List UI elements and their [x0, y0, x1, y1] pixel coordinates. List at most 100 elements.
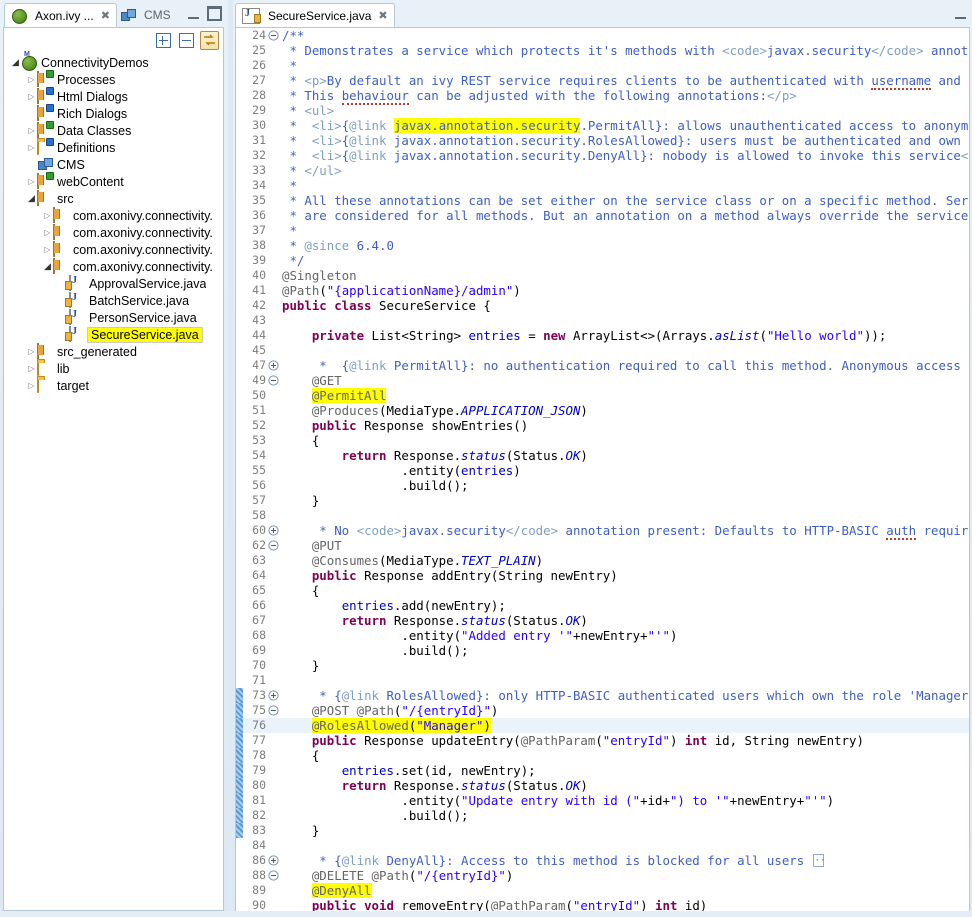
close-icon[interactable]: ✖: [101, 9, 110, 22]
code-line[interactable]: 25 * Demonstrates a service which protec…: [236, 43, 969, 58]
maximize-icon[interactable]: [207, 6, 222, 21]
code-line[interactable]: 69 .build();: [236, 643, 969, 658]
tree-item-lib[interactable]: lib: [4, 360, 223, 377]
code-line[interactable]: 36 * are considered for all methods. But…: [236, 208, 969, 223]
fold-collapse-icon[interactable]: [268, 705, 279, 716]
code-line[interactable]: 51 @Produces(MediaType.APPLICATION_JSON): [236, 403, 969, 418]
tree-twisty-closed-icon[interactable]: [42, 228, 53, 237]
code-line[interactable]: 68 .entity("Added entry '"+newEntry+"'"): [236, 628, 969, 643]
code-line[interactable]: 53 {: [236, 433, 969, 448]
tree-twisty-closed-icon[interactable]: [26, 364, 37, 373]
code-line[interactable]: 66 entries.add(newEntry);: [236, 598, 969, 613]
code-line[interactable]: 73 * {@link RolesAllowed}: only HTTP-BAS…: [236, 688, 969, 703]
code-line[interactable]: 81 .entity("Update entry with id ("+id+"…: [236, 793, 969, 808]
code-line[interactable]: 32 * <li>{@link javax.annotation.securit…: [236, 148, 969, 163]
code-line[interactable]: 70 }: [236, 658, 969, 673]
code-line[interactable]: 77 public Response updateEntry(@PathPara…: [236, 733, 969, 748]
code-line[interactable]: 34 *: [236, 178, 969, 193]
project-tree[interactable]: M ConnectivityDemos Processes Html Dialogs R…: [4, 51, 223, 394]
code-line[interactable]: 54 return Response.status(Status.OK): [236, 448, 969, 463]
tree-item-src-generated[interactable]: src_generated: [4, 343, 223, 360]
code-line[interactable]: 50 @PermitAll: [236, 388, 969, 403]
code-line[interactable]: 86 * {@link DenyAll}: Access to this met…: [236, 853, 969, 868]
tree-item-target[interactable]: target: [4, 377, 223, 394]
expand-all-button[interactable]: [154, 31, 173, 50]
code-line[interactable]: 37 *: [236, 223, 969, 238]
tree-item-connectivitydemos[interactable]: M ConnectivityDemos: [4, 51, 223, 71]
code-line[interactable]: 71: [236, 673, 969, 688]
fold-collapse-icon[interactable]: [268, 540, 279, 551]
code-line[interactable]: 41 @Path("{applicationName}/admin"): [236, 283, 969, 298]
tree-item-com-axonivy-connectivity[interactable]: com.axonivy.connectivity.: [4, 241, 223, 258]
tree-twisty-closed-icon[interactable]: [26, 143, 37, 152]
tree-twisty-open-icon[interactable]: [10, 57, 21, 68]
tree-item-rich-dialogs[interactable]: Rich Dialogs: [4, 104, 223, 122]
code-line[interactable]: 84: [236, 838, 969, 853]
code-line[interactable]: 26 *: [236, 58, 969, 73]
close-icon[interactable]: ✖: [378, 9, 387, 22]
code-line[interactable]: 29 * <ul>: [236, 103, 969, 118]
tree-item-src[interactable]: src: [4, 190, 223, 207]
code-line[interactable]: 56 .build();: [236, 478, 969, 493]
code-line[interactable]: 47 * {@link PermitAll}: no authenticatio…: [236, 358, 969, 373]
tree-item-com-axonivy-connectivity[interactable]: com.axonivy.connectivity.: [4, 224, 223, 241]
tree-item-com-axonivy-connectivity[interactable]: com.axonivy.connectivity.: [4, 207, 223, 224]
link-with-editor-button[interactable]: [200, 31, 219, 50]
fold-collapse-icon[interactable]: [268, 870, 279, 881]
fold-expand-icon[interactable]: [268, 855, 279, 866]
tree-item-personservice-java[interactable]: PersonService.java: [4, 309, 223, 326]
code-line[interactable]: 78 {: [236, 748, 969, 763]
tree-item-webcontent[interactable]: webContent: [4, 172, 223, 190]
tree-item-processes[interactable]: Processes: [4, 70, 223, 88]
code-line[interactable]: 76 @RolesAllowed("Manager"): [236, 718, 969, 733]
tree-item-definitions[interactable]: Definitions: [4, 138, 223, 156]
code-line[interactable]: 28 * This behaviour can be adjusted with…: [236, 88, 969, 105]
tree-twisty-closed-icon[interactable]: [26, 75, 37, 84]
collapse-all-button[interactable]: [177, 31, 196, 50]
tree-item-cms[interactable]: CMS: [4, 156, 223, 173]
code-line[interactable]: 65 {: [236, 583, 969, 598]
fold-expand-icon[interactable]: [268, 525, 279, 536]
code-line[interactable]: 80 return Response.status(Status.OK): [236, 778, 969, 793]
code-line[interactable]: 39 */: [236, 253, 969, 268]
tree-item-secureservice-java[interactable]: SecureService.java: [4, 326, 223, 343]
fold-expand-icon[interactable]: [268, 360, 279, 371]
tree-twisty-open-icon[interactable]: [42, 261, 53, 272]
tree-item-approvalservice-java[interactable]: ApprovalService.java: [4, 275, 223, 292]
code-line[interactable]: 52 public Response showEntries(): [236, 418, 969, 433]
code-line[interactable]: 45: [236, 343, 969, 358]
code-area[interactable]: 24/** 25 * Demonstrates a service which p…: [236, 28, 969, 911]
code-line[interactable]: 60 * No <code>javax.security</code> anno…: [236, 523, 969, 540]
code-line[interactable]: 31 * <li>{@link javax.annotation.securit…: [236, 133, 969, 148]
editor-body[interactable]: 24/** 25 * Demonstrates a service which p…: [235, 27, 970, 911]
code-line[interactable]: 49 @GET: [236, 373, 969, 388]
code-line[interactable]: 89 @DenyAll: [236, 883, 969, 898]
code-line[interactable]: 27 * <p>By default an ivy REST service r…: [236, 73, 969, 90]
tree-twisty-closed-icon[interactable]: [42, 211, 53, 220]
tree-item-html-dialogs[interactable]: Html Dialogs: [4, 87, 223, 105]
tree-twisty-closed-icon[interactable]: [26, 177, 37, 186]
code-line[interactable]: 79 entries.set(id, newEntry);: [236, 763, 969, 778]
tab-secure-service-java[interactable]: SecureService.java ✖: [235, 3, 395, 27]
code-line[interactable]: 63 @Consumes(MediaType.TEXT_PLAIN): [236, 553, 969, 568]
tab-cms[interactable]: CMS: [114, 3, 177, 27]
fold-collapse-icon[interactable]: [268, 30, 279, 41]
code-line[interactable]: 67 return Response.status(Status.OK): [236, 613, 969, 628]
code-line[interactable]: 62 @PUT: [236, 538, 969, 553]
fold-collapse-icon[interactable]: [268, 375, 279, 386]
minimize-icon[interactable]: [188, 8, 199, 19]
tree-twisty-closed-icon[interactable]: [26, 381, 37, 390]
tree-twisty-closed-icon[interactable]: [42, 245, 53, 254]
code-line[interactable]: 82 .build();: [236, 808, 969, 823]
tree-twisty-open-icon[interactable]: [26, 193, 37, 204]
fold-expand-icon[interactable]: [268, 690, 279, 701]
code-line[interactable]: 24 /**: [236, 28, 969, 43]
code-line[interactable]: 33 * </ul>: [236, 163, 969, 178]
code-line[interactable]: 57 }: [236, 493, 969, 508]
code-line[interactable]: 43: [236, 313, 969, 328]
code-line[interactable]: 75 @POST @Path("/{entryId}"): [236, 703, 969, 718]
code-line[interactable]: 64 public Response addEntry(String newEn…: [236, 568, 969, 583]
editor-minimize-icon[interactable]: [955, 8, 966, 19]
code-line[interactable]: 88 @DELETE @Path("/{entryId}"): [236, 868, 969, 883]
code-line[interactable]: 38 * @since 6.4.0: [236, 238, 969, 253]
